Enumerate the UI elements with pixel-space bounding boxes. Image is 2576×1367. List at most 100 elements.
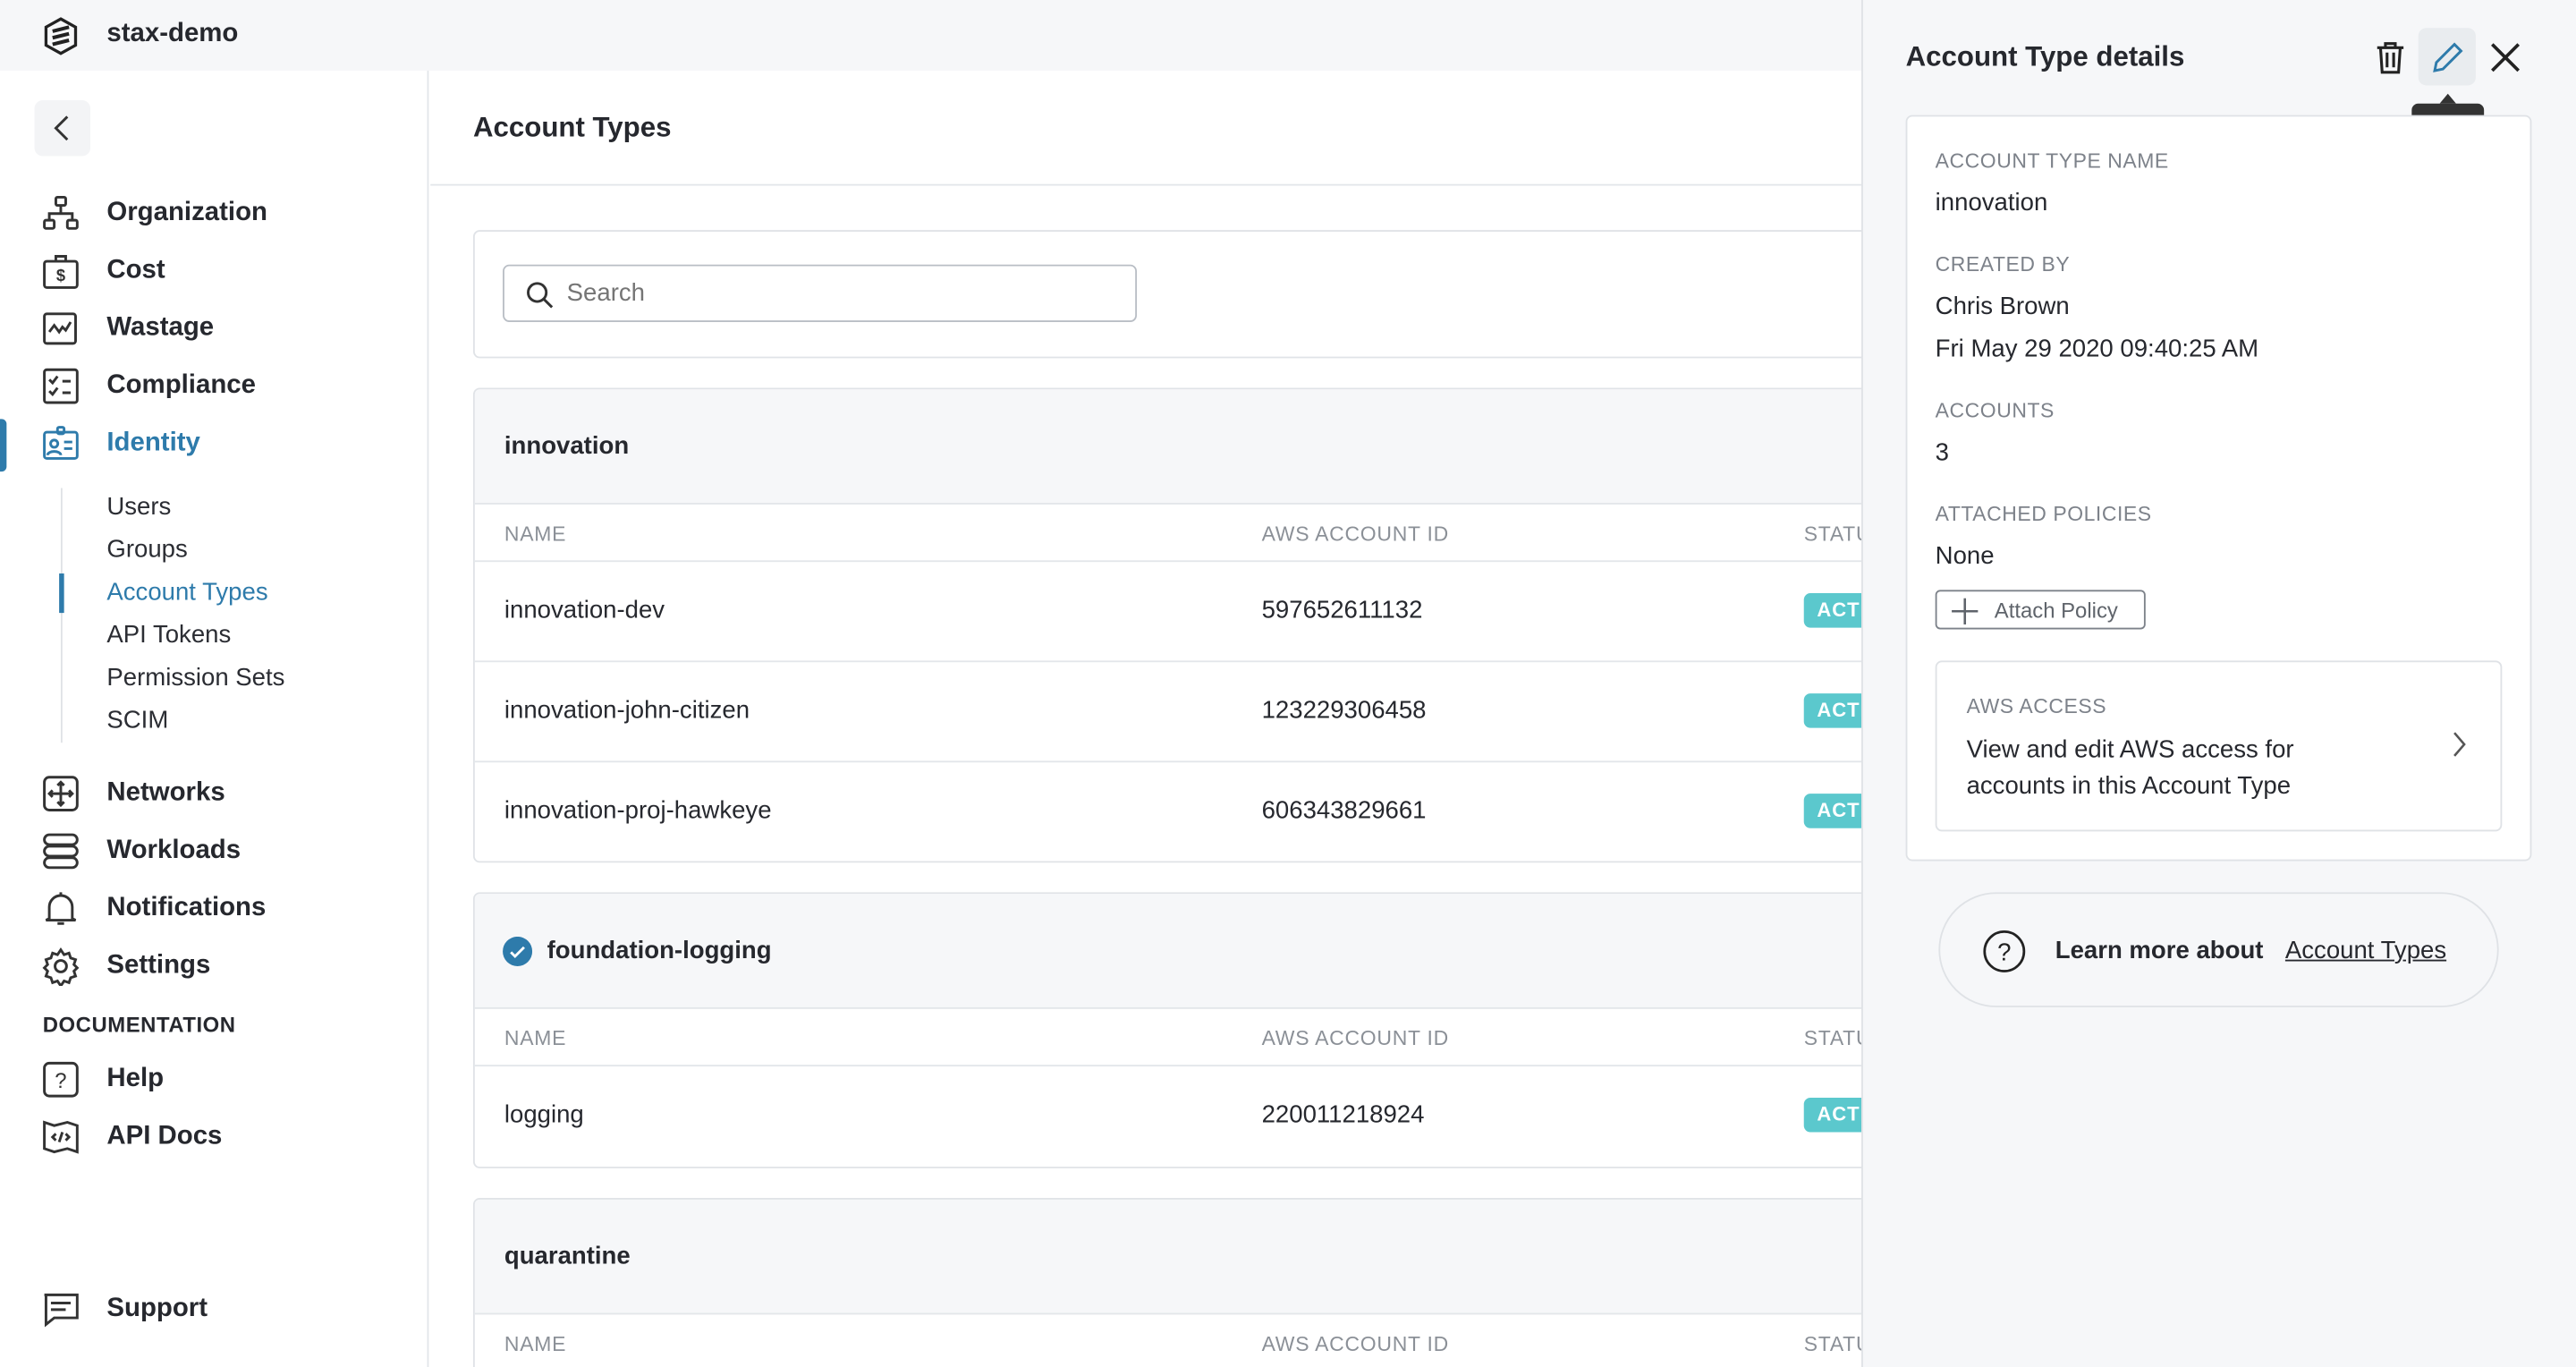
aws-account-id: 220011218924 xyxy=(1261,1100,1425,1129)
table-row[interactable]: innovation-proj-hawkeye 606343829661 ACTIV… xyxy=(475,762,1918,861)
aws-access-text: View and edit AWS access for accounts in… xyxy=(1966,735,2294,801)
learn-more-text: Learn more about xyxy=(2055,936,2264,965)
sidebar-item-networks[interactable]: Networks xyxy=(0,770,428,816)
aws-access-link[interactable]: AWS ACCESS View and edit AWS access for … xyxy=(1935,660,2503,832)
accounts-value: 3 xyxy=(1935,438,1949,467)
stax-logo-icon xyxy=(44,17,78,55)
workloads-icon xyxy=(43,833,79,870)
submenu-line xyxy=(60,488,63,743)
table-row[interactable]: innovation-dev 597652611132 ACTIVE xyxy=(474,562,1918,663)
col-name: NAME xyxy=(504,522,567,546)
col-aws-id: AWS ACCOUNT ID xyxy=(1261,522,1449,546)
col-name: NAME xyxy=(504,1026,567,1050)
svg-text:?: ? xyxy=(55,1069,66,1093)
group-name: innovation xyxy=(504,432,630,461)
plus-icon xyxy=(1952,598,1979,624)
account-type-group-foundation-logging[interactable]: foundation-logging NAME AWS ACCOUNT ID STA… xyxy=(472,892,1919,1168)
learn-more-box: ? Learn more about Account Types xyxy=(1938,892,2499,1007)
sidebar-subitem-scim[interactable]: SCIM xyxy=(106,707,168,734)
column-headers: NAME AWS ACCOUNT ID STATUS xyxy=(474,1009,1918,1067)
table-row[interactable]: logging 220011218924 ACTIVE xyxy=(475,1066,1918,1167)
col-aws-id: AWS ACCOUNT ID xyxy=(1261,1026,1449,1050)
sidebar-subitem-account-types[interactable]: Account Types xyxy=(106,579,267,607)
account-types-docs-link[interactable]: Account Types xyxy=(2285,937,2446,964)
identity-card-icon xyxy=(43,426,79,460)
sidebar-subitem-groups[interactable]: Groups xyxy=(106,536,187,564)
attach-policy-button[interactable]: Attach Policy xyxy=(1935,590,2146,630)
aws-account-id: 123229306458 xyxy=(1261,696,1427,726)
organization-icon xyxy=(43,195,79,230)
name-label: ACCOUNT TYPE NAME xyxy=(1935,149,2169,173)
aws-account-id: 606343829661 xyxy=(1261,796,1427,826)
group-header: quarantine xyxy=(474,1199,1918,1315)
bell-icon xyxy=(45,892,77,925)
networks-icon xyxy=(43,776,79,811)
chat-icon xyxy=(44,1293,79,1328)
trash-icon xyxy=(2376,41,2403,73)
created-by-value: Chris Brown xyxy=(1935,292,2070,321)
table-row[interactable]: innovation-john-citizen 123229306458 ACTIV… xyxy=(474,662,1918,763)
sidebar-item-settings[interactable]: Settings xyxy=(0,943,428,989)
sidebar-item-help[interactable]: ? Help xyxy=(0,1057,428,1102)
svg-text:$: $ xyxy=(56,266,65,284)
search-input[interactable] xyxy=(566,279,1109,308)
page-title: Account Types xyxy=(472,111,672,143)
account-type-group-quarantine[interactable]: quarantine NAME AWS ACCOUNT ID STATUS xyxy=(472,1197,1919,1367)
group-header: innovation xyxy=(474,389,1918,505)
help-icon: ? xyxy=(43,1061,79,1098)
created-at-value: Fri May 29 2020 09:40:25 AM xyxy=(1935,335,2259,363)
search-icon xyxy=(527,282,554,309)
wastage-chart-icon xyxy=(43,312,77,345)
group-header: foundation-logging xyxy=(474,894,1918,1009)
edit-button[interactable] xyxy=(2418,28,2476,86)
group-name: foundation-logging xyxy=(547,936,772,965)
org-name: stax-demo xyxy=(106,20,239,48)
compliance-checklist-icon xyxy=(43,368,79,404)
sidebar-subitem-users[interactable]: Users xyxy=(106,493,171,521)
aws-account-id: 597652611132 xyxy=(1261,596,1423,624)
sidebar-item-compliance[interactable]: Compliance xyxy=(0,363,428,409)
column-headers: NAME AWS ACCOUNT ID STATUS xyxy=(474,505,1918,563)
chevron-left-icon xyxy=(54,115,69,141)
svg-text:?: ? xyxy=(1997,938,2011,966)
search-input-wrapper[interactable] xyxy=(503,264,1138,323)
collapse-sidebar-button[interactable] xyxy=(34,100,91,157)
col-aws-id: AWS ACCOUNT ID xyxy=(1261,1332,1449,1356)
account-name: innovation-john-citizen xyxy=(504,696,750,726)
column-headers: NAME AWS ACCOUNT ID STATUS xyxy=(475,1314,1918,1367)
submenu-active-indicator xyxy=(59,573,64,614)
sidebar-item-identity[interactable]: Identity xyxy=(0,420,428,466)
account-name: logging xyxy=(504,1100,584,1129)
sidebar-item-support[interactable]: Support xyxy=(0,1286,428,1332)
attach-policy-label: Attach Policy xyxy=(1994,597,2118,623)
delete-button[interactable] xyxy=(2360,28,2418,85)
group-name: quarantine xyxy=(504,1242,631,1270)
documentation-heading: DOCUMENTATION xyxy=(42,1012,236,1037)
sidebar-item-notifications[interactable]: Notifications xyxy=(0,886,428,931)
sidebar-item-workloads[interactable]: Workloads xyxy=(0,828,428,874)
cost-icon: $ xyxy=(43,255,79,289)
sidebar-item-api-docs[interactable]: API Docs xyxy=(0,1114,428,1159)
chevron-right-icon xyxy=(2453,732,2466,757)
panel-title: Account Type details xyxy=(1905,40,2185,72)
account-name: innovation-proj-hawkeye xyxy=(504,796,772,826)
accounts-label: ACCOUNTS xyxy=(1935,399,2055,423)
api-docs-icon xyxy=(43,1120,79,1154)
pencil-icon xyxy=(2432,41,2462,72)
sidebar-item-organization[interactable]: Organization xyxy=(0,191,428,236)
created-label: CREATED BY xyxy=(1935,252,2071,276)
aws-access-label: AWS ACCESS xyxy=(1966,694,2107,718)
account-name: innovation-dev xyxy=(504,596,665,624)
account-type-group-innovation[interactable]: innovation NAME AWS ACCOUNT ID STATUS inno… xyxy=(472,387,1919,863)
sidebar-subitem-permission-sets[interactable]: Permission Sets xyxy=(106,664,284,692)
sidebar-item-cost[interactable]: $ Cost xyxy=(0,248,428,293)
policies-value: None xyxy=(1935,542,1995,571)
name-value: innovation xyxy=(1935,189,2048,217)
top-bar xyxy=(0,0,1862,71)
close-button[interactable] xyxy=(2476,28,2533,85)
close-icon xyxy=(2490,42,2520,72)
sidebar-item-wastage[interactable]: Wastage xyxy=(0,306,428,352)
gear-icon xyxy=(42,947,80,987)
question-circle-icon: ? xyxy=(1983,930,2026,972)
sidebar-subitem-api-tokens[interactable]: API Tokens xyxy=(106,621,231,649)
